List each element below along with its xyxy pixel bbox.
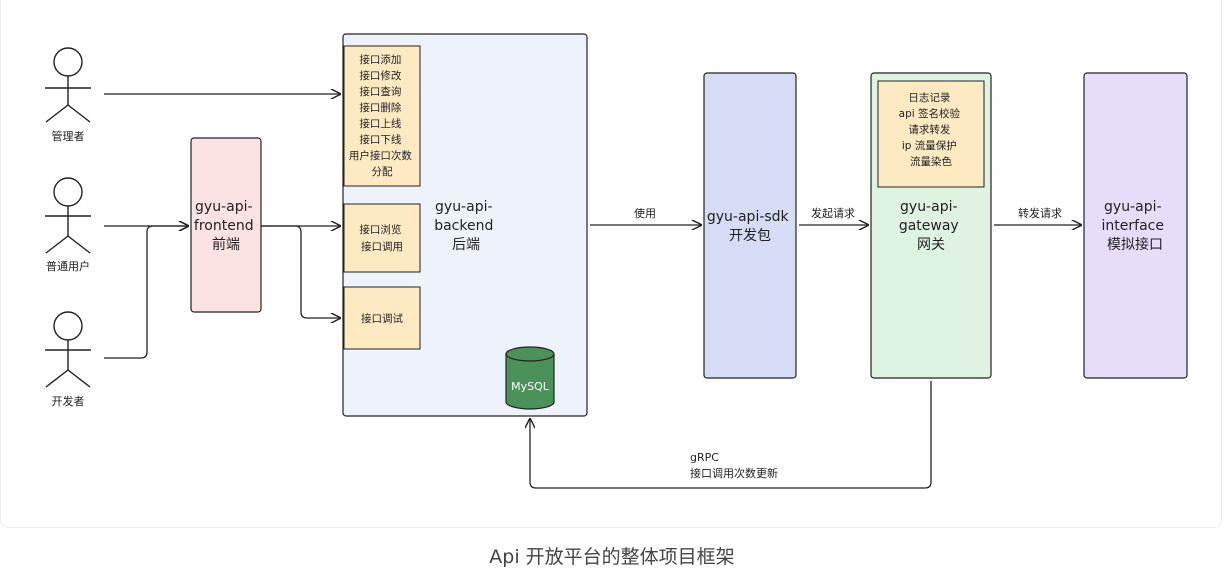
admin-feature-item: 接口查询: [359, 85, 401, 98]
backend-label-line3: 后端: [452, 237, 480, 253]
mysql-database-icon: [505, 346, 555, 410]
frontend-label-line2: frontend: [194, 218, 254, 234]
sdk-label-line1: gyu-api-sdk: [707, 209, 790, 225]
admin-feature-item: 接口修改: [359, 69, 401, 82]
admin-feature-item: 分配: [372, 166, 393, 178]
edge-label-grpc: gRPC: [690, 451, 719, 464]
edge-label-send-request: 发起请求: [811, 206, 855, 220]
backend-label-line1: gyu-api-: [435, 199, 493, 215]
user-features-box: [343, 203, 421, 273]
actor-user: [45, 177, 91, 254]
figure-caption: Api 开放平台的整体项目框架: [489, 546, 735, 568]
user-feature-item: 接口浏览: [359, 223, 401, 236]
admin-feature-item: 接口删除: [359, 101, 401, 114]
gateway-label-line3: 网关: [917, 237, 945, 253]
admin-features-box: [343, 45, 421, 187]
edge-label-grpc-desc: 接口调用次数更新: [690, 466, 778, 480]
admin-feature-item: 接口上线: [359, 117, 401, 130]
gateway-label-line1: gyu-api-: [900, 199, 958, 215]
interface-label-line2: interface: [1102, 218, 1164, 234]
admin-feature-item: 用户接口次数: [349, 149, 412, 162]
mysql-label: MySQL: [511, 380, 550, 393]
dev-feature-item: 接口调试: [361, 312, 403, 325]
edge-label-use: 使用: [634, 207, 656, 220]
actor-admin: [45, 47, 91, 123]
backend-label-line2: backend: [434, 218, 493, 234]
edge-developer-to-frontend: [104, 226, 188, 359]
gateway-feature-item: api 签名校验: [899, 107, 961, 120]
actor-developer-label: 开发者: [52, 394, 85, 408]
gateway-label-line2: gateway: [899, 218, 959, 234]
architecture-diagram: 管理者 普通用户 开发者 gyu-api- frontend 前端 gyu-ap…: [45, 33, 1188, 489]
edge-frontend-to-dev-features: [261, 225, 340, 318]
sdk-label-line2: 开发包: [729, 228, 771, 244]
interface-label-line3: 模拟接口: [1107, 236, 1163, 253]
interface-label-line1: gyu-api-: [1104, 199, 1162, 215]
gateway-feature-item: 日志记录: [908, 91, 950, 104]
admin-feature-item: 接口添加: [359, 53, 401, 66]
actor-admin-label: 管理者: [52, 129, 85, 143]
sdk-box: [703, 72, 797, 379]
edge-label-forward-request: 转发请求: [1018, 206, 1062, 220]
actor-developer: [45, 311, 91, 388]
gateway-feature-item: ip 流量保护: [902, 139, 957, 152]
admin-feature-item: 接口下线: [359, 133, 401, 146]
gateway-feature-item: 请求转发: [908, 123, 950, 136]
frontend-label-line1: gyu-api-: [195, 199, 253, 215]
actor-user-label: 普通用户: [46, 259, 90, 273]
interface-label: gyu-api- interface 模拟接口: [1102, 199, 1169, 253]
frontend-label-line3: 前端: [212, 236, 240, 253]
gateway-feature-item: 流量染色: [910, 155, 952, 168]
user-feature-item: 接口调用: [361, 240, 403, 253]
